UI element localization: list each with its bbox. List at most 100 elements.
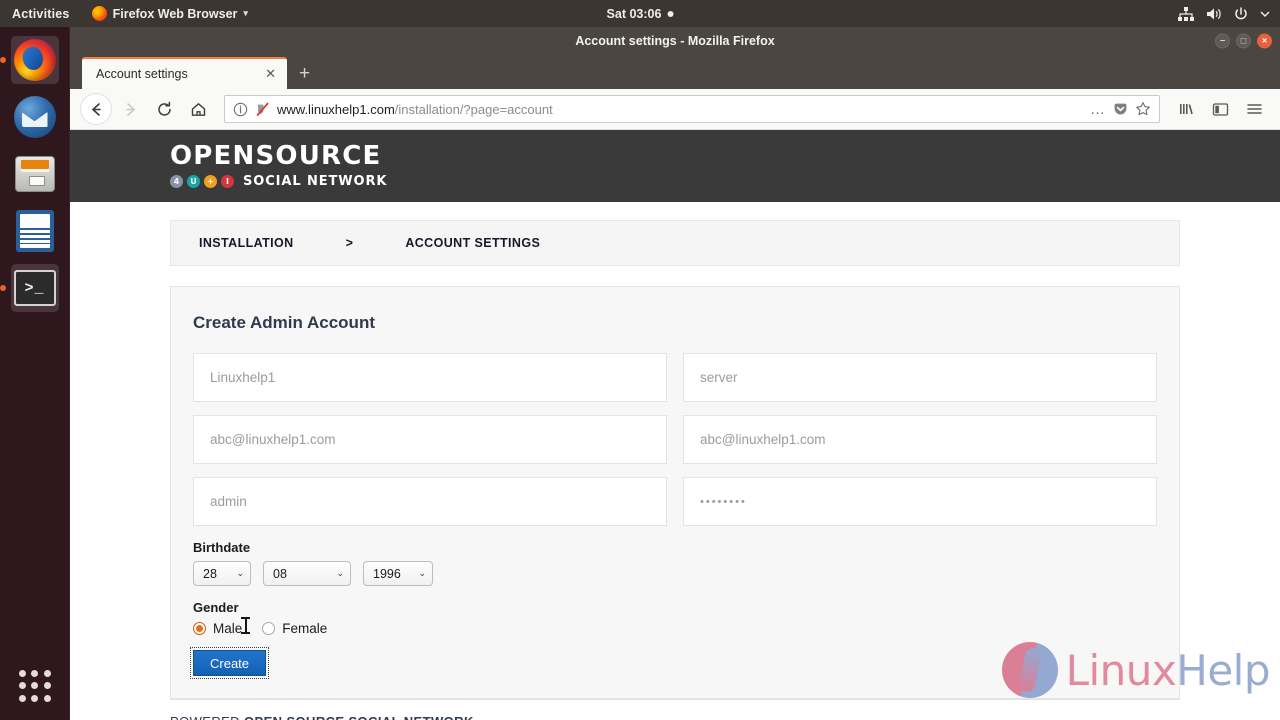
reload-icon [157,101,171,116]
logo-badge-4: 4 [170,175,183,188]
minimize-button[interactable]: − [1215,33,1230,49]
create-button[interactable]: Create [189,647,270,679]
hamburger-menu-button[interactable] [1238,93,1270,125]
reload-button[interactable] [148,93,180,125]
password-field[interactable]: •••••••• [683,477,1157,526]
chevron-down-icon: ⌄ [336,568,344,578]
sidebar-icon [1212,102,1228,116]
dock-item-thunderbird[interactable] [11,93,59,141]
first-name-field[interactable]: Linuxhelp1 [193,353,667,402]
show-applications-button[interactable] [19,670,51,702]
powered-label: POWERED [170,714,240,720]
username-field[interactable]: admin [193,477,667,526]
pocket-icon[interactable] [1113,102,1128,117]
grid-dot-icon [19,694,26,702]
gender-male-option[interactable]: Male [193,621,242,636]
site-header: OPENSOURCE 4 U + I SOCIAL NETWORK [70,130,1280,202]
birthdate-month-select[interactable]: 08 ⌄ [263,561,351,586]
new-tab-button[interactable]: + [287,64,320,89]
chevron-down-icon[interactable] [1260,9,1270,19]
dock-item-writer[interactable] [11,207,59,255]
back-button[interactable] [80,93,112,125]
firefox-icon [13,39,56,81]
firefox-icon [91,6,107,21]
page-actions-button[interactable]: … [1090,101,1106,118]
app-menu[interactable]: Firefox Web Browser ▾ [91,6,248,21]
clock[interactable]: Sat 03:06 [607,7,674,21]
gender-male-label: Male [213,621,243,636]
dock-item-firefox[interactable] [0,36,59,84]
forward-icon [125,102,135,116]
volume-icon[interactable] [1206,7,1222,21]
page-info-icon[interactable] [233,102,248,117]
sidebar-button[interactable] [1204,93,1236,125]
tab-account-settings[interactable]: Account settings ✕ [82,57,287,89]
email-repeat-value: abc@linuxhelp1.com [700,432,826,447]
library-button[interactable] [1170,93,1202,125]
power-icon[interactable] [1234,6,1248,21]
close-button[interactable]: × [1257,33,1272,49]
tab-strip: Account settings ✕ + [70,55,1280,89]
system-tray[interactable] [1178,6,1270,21]
libreoffice-writer-icon [15,210,54,252]
last-name-value: server [700,370,738,385]
gnome-top-bar: Activities Firefox Web Browser ▾ Sat 03:… [0,0,1280,27]
gender-female-label: Female [282,621,328,636]
breadcrumb-item-installation[interactable]: INSTALLATION [199,236,294,250]
page-title: Create Admin Account [193,313,375,332]
url-bar[interactable]: www.linuxhelp1.com/installation/?page=ac… [224,95,1160,123]
window-titlebar: Account settings - Mozilla Firefox − □ × [70,27,1280,55]
breadcrumb: INSTALLATION > ACCOUNT SETTINGS [170,220,1180,266]
hamburger-menu-icon [1246,104,1262,114]
running-indicator-icon [0,57,6,63]
password-value: •••••••• [700,495,747,508]
dock-item-terminal[interactable]: >_ [0,264,59,312]
page-body: INSTALLATION > ACCOUNT SETTINGS Create A… [70,202,1280,699]
birthdate-label: Birthdate [193,540,251,555]
network-icon[interactable] [1178,6,1194,21]
site-logo[interactable]: OPENSOURCE 4 U + I SOCIAL NETWORK [170,143,387,189]
gender-female-option[interactable]: Female [262,621,327,636]
create-admin-panel: Create Admin Account Linuxhelp1 server a… [170,286,1180,699]
breadcrumb-item-account-settings[interactable]: ACCOUNT SETTINGS [405,236,540,250]
breadcrumb-separator: > [345,236,354,250]
logo-badge-plus: + [204,175,217,188]
tracking-protection-off-icon[interactable] [255,102,270,117]
clock-label: Sat 03:06 [606,6,662,21]
email-repeat-field[interactable]: abc@linuxhelp1.com [683,415,1157,464]
close-icon[interactable]: ✕ [262,66,279,82]
first-name-value: Linuxhelp1 [210,370,276,385]
logo-wordmark: OPENSOURCE [170,141,382,171]
thunderbird-icon [13,96,56,138]
running-indicator-icon [0,285,6,291]
grid-dot-icon [43,670,51,677]
grid-dot-icon [43,682,51,690]
radio-male-icon[interactable] [193,622,206,635]
terminal-icon: >_ [13,270,56,306]
forward-button[interactable] [114,93,146,125]
birthdate-day-select[interactable]: 28 ⌄ [193,561,251,586]
birthdate-day-value: 28 [203,566,217,581]
maximize-button[interactable]: □ [1236,33,1251,49]
last-name-field[interactable]: server [683,353,1157,402]
notification-dot-icon [667,10,674,17]
back-icon [91,102,101,116]
radio-female-icon[interactable] [262,622,276,635]
birthdate-year-select[interactable]: 1996 ⌄ [363,561,433,586]
tab-label: Account settings [96,67,188,81]
username-value: admin [210,494,247,509]
star-icon[interactable] [1135,101,1151,117]
window-controls: − □ × [1215,33,1272,49]
ubuntu-dock: >_ [0,27,70,720]
home-button[interactable] [182,93,214,125]
gender-radio-group: Male Female [193,621,1157,636]
email-field[interactable]: abc@linuxhelp1.com [193,415,667,464]
chevron-down-icon: ⌄ [236,568,244,578]
dock-item-files[interactable] [11,150,59,198]
form-fields: Linuxhelp1 server abc@linuxhelp1.com abc… [193,353,1157,526]
url-text: www.linuxhelp1.com/installation/?page=ac… [277,102,1083,117]
activities-button[interactable]: Activities [12,7,70,21]
grid-dot-icon [19,682,26,690]
home-icon [191,102,205,116]
app-menu-label: Firefox Web Browser [112,6,238,21]
